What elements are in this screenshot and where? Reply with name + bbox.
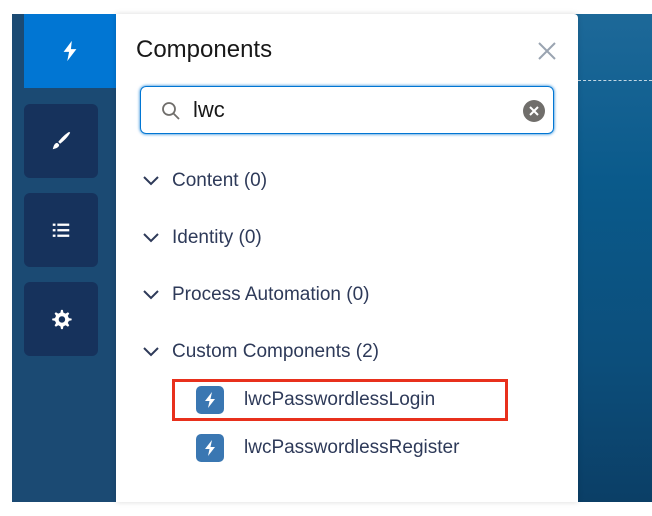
- section-label: Identity (0): [172, 227, 262, 248]
- clear-search-button[interactable]: [523, 100, 545, 122]
- search-input[interactable]: [193, 95, 493, 125]
- components-rail-button[interactable]: [24, 14, 116, 88]
- theme-rail-button[interactable]: [24, 104, 98, 178]
- component-item-lwc-passwordless-register[interactable]: lwcPasswordlessRegister: [196, 428, 459, 468]
- gear-icon: [52, 309, 72, 330]
- lightning-component-icon: [196, 434, 224, 462]
- list-icon: [52, 223, 70, 237]
- section-custom-components[interactable]: Custom Components (2): [142, 337, 379, 367]
- canvas-guide-line: [578, 80, 652, 81]
- section-label: Custom Components (2): [172, 341, 379, 362]
- close-icon: [538, 42, 556, 60]
- clear-icon: [529, 106, 539, 116]
- highlight-box: [172, 379, 508, 421]
- section-process-automation[interactable]: Process Automation (0): [142, 280, 369, 310]
- frame-top: [0, 0, 652, 14]
- section-label: Process Automation (0): [172, 284, 370, 305]
- chevron-down-icon: [143, 347, 159, 357]
- close-button[interactable]: [534, 38, 560, 64]
- search-box: [140, 86, 554, 134]
- frame-left: [0, 0, 12, 516]
- section-content[interactable]: Content (0): [142, 166, 267, 196]
- chevron-down-icon: [143, 233, 159, 243]
- chevron-down-icon: [143, 176, 159, 186]
- paintbrush-icon: [52, 131, 71, 150]
- section-label: Content (0): [172, 170, 268, 191]
- search-icon: [162, 102, 180, 120]
- pages-rail-button[interactable]: [24, 193, 98, 267]
- panel-title: Components: [136, 36, 273, 63]
- component-label: lwcPasswordlessRegister: [244, 437, 460, 458]
- chevron-down-icon: [143, 290, 159, 300]
- lightning-icon: [63, 40, 77, 62]
- section-identity[interactable]: Identity (0): [142, 223, 262, 253]
- frame-bottom: [0, 502, 652, 516]
- components-panel: Components Content (0) Identity (0): [116, 14, 578, 502]
- settings-rail-button[interactable]: [24, 282, 98, 356]
